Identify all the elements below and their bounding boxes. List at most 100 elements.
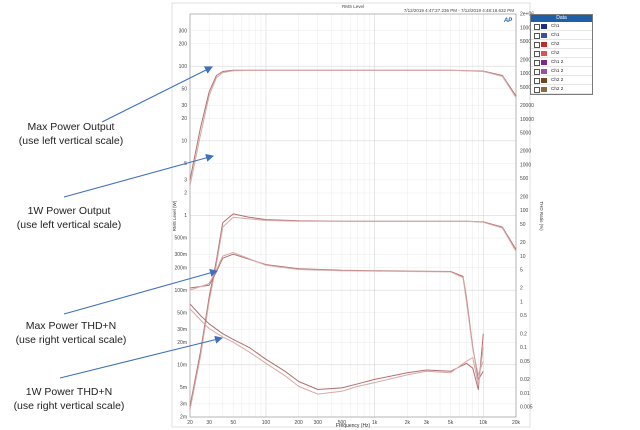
legend-label: Ch1 xyxy=(551,23,560,28)
legend-item[interactable]: Ch1 2 xyxy=(531,67,592,76)
legend-item[interactable]: Ch1 2 xyxy=(531,58,592,67)
legend-label: Ch2 2 xyxy=(551,77,564,82)
figure: 300 200 100 50 30 20 10 5 3 2 1 500m 300m 200m 100m 50m… xyxy=(0,0,640,430)
y2-tick-label: 5 xyxy=(520,268,523,274)
ap-logo: AP xyxy=(503,18,513,24)
y-tick-label: 300 xyxy=(179,28,188,34)
y2-axis-label: THD Ratio (%) xyxy=(539,201,544,231)
annotation-note: (use left vertical scale) xyxy=(16,219,122,231)
annotation-max-power-thdn: Max Power THD+N (use right vertical scal… xyxy=(6,319,136,347)
y-tick-label: 500m xyxy=(174,236,187,242)
chart-timestamp: 7/12/2019 4:47:27.236 PM - 7/12/2019 4:4… xyxy=(404,8,514,13)
x-tick-label: 3k xyxy=(424,420,430,426)
legend-checkbox[interactable] xyxy=(534,42,540,48)
y-tick-label: 10 xyxy=(181,139,187,145)
legend-swatch xyxy=(541,24,547,29)
y2-tick-label: 200 xyxy=(520,194,529,200)
y2-tick-label: 0.005 xyxy=(520,405,533,411)
annotation-title: Max Power THD+N xyxy=(25,320,117,332)
y-tick-label: 50 xyxy=(181,86,187,92)
y-tick-label: 30m xyxy=(177,327,187,333)
x-axis-label: Frequency (Hz) xyxy=(336,423,371,429)
legend-item[interactable]: Ch2 2 xyxy=(531,85,592,94)
annotation-title: 1W Power Output xyxy=(27,205,111,217)
legend-swatch xyxy=(541,42,547,47)
y-tick-label: 20m xyxy=(177,340,187,346)
legend-item[interactable]: Ch1 xyxy=(531,22,592,31)
y-tick-label: 100 xyxy=(179,64,188,70)
y-tick-label: 3 xyxy=(184,178,187,184)
y-tick-label: 2 xyxy=(184,191,187,197)
legend-label: Ch1 2 xyxy=(551,68,564,73)
legend-label: Ch2 xyxy=(551,50,560,55)
annotation-note: (use left vertical scale) xyxy=(18,135,124,147)
y2-tick-label: 50 xyxy=(520,222,526,228)
y2-tick-label: 20000 xyxy=(520,103,534,109)
annotation-1w-power-output: 1W Power Output (use left vertical scale… xyxy=(4,204,134,232)
y-tick-label: 30 xyxy=(181,103,187,109)
legend-item[interactable]: Ch2 xyxy=(531,49,592,58)
y-tick-label: 1 xyxy=(184,213,187,219)
legend-checkbox[interactable] xyxy=(534,78,540,84)
legend-panel: Data Ch1 Ch1 Ch2 Ch2 Ch1 2 Ch1 2 Ch2 2 Ch2 2 xyxy=(530,14,593,95)
chart-title: RMS Level xyxy=(342,4,364,9)
y2-tick-label: 10000 xyxy=(520,117,534,123)
legend-label: Ch1 xyxy=(551,32,560,37)
y2-tick-label: 0.02 xyxy=(520,377,530,383)
legend-item[interactable]: Ch1 xyxy=(531,31,592,40)
x-tick-label: 30 xyxy=(206,420,212,426)
legend-swatch xyxy=(541,78,547,83)
y-tick-label: 10m xyxy=(177,363,187,369)
annotation-title: Max Power Output xyxy=(27,121,115,133)
annotation-note: (use right vertical scale) xyxy=(15,334,127,346)
x-tick-label: 50 xyxy=(230,420,236,426)
y-tick-label: 5m xyxy=(180,385,187,391)
y2-tick-label: 500 xyxy=(520,176,529,182)
y-tick-label: 300m xyxy=(174,252,187,258)
y2-tick-label: 5000 xyxy=(520,131,531,137)
y2-tick-label: 0.5 xyxy=(520,313,527,319)
y2-tick-label: 0.01 xyxy=(520,391,530,397)
legend-swatch xyxy=(541,87,547,92)
legend-list: Ch1 Ch1 Ch2 Ch2 Ch1 2 Ch1 2 Ch2 2 Ch2 2 xyxy=(531,22,592,94)
legend-swatch xyxy=(541,60,547,65)
legend-item[interactable]: Ch2 xyxy=(531,40,592,49)
legend-label: Ch2 2 xyxy=(551,86,564,91)
y2-tick-label: 20 xyxy=(520,240,526,246)
x-tick-label: 2k xyxy=(405,420,411,426)
y2-tick-label: 1000 xyxy=(520,162,531,168)
x-tick-label: 20k xyxy=(512,420,521,426)
y-tick-label: 100m xyxy=(174,288,187,294)
legend-checkbox[interactable] xyxy=(534,33,540,39)
legend-swatch xyxy=(541,51,547,56)
y-tick-label: 20 xyxy=(181,116,187,122)
y-axis-label: RMS Level (W) xyxy=(172,200,177,231)
legend-title: Data xyxy=(531,15,592,22)
y-tick-label: 50m xyxy=(177,310,187,316)
y-tick-label: 3m xyxy=(180,402,187,408)
y2-tick-label: 0.1 xyxy=(520,345,527,351)
legend-checkbox[interactable] xyxy=(534,24,540,30)
x-tick-label: 200 xyxy=(294,420,303,426)
legend-checkbox[interactable] xyxy=(534,69,540,75)
y2-tick-label: 10 xyxy=(520,254,526,260)
y2-tick-label: 2000 xyxy=(520,149,531,155)
x-tick-label: 20 xyxy=(187,420,193,426)
annotation-max-power-output: Max Power Output (use left vertical scal… xyxy=(6,120,136,148)
y2-tick-label: 100 xyxy=(520,208,529,214)
legend-checkbox[interactable] xyxy=(534,87,540,93)
y2-tick-label: 0.05 xyxy=(520,359,530,365)
y-tick-label: 2m xyxy=(180,415,187,421)
legend-swatch xyxy=(541,33,547,38)
annotation-1w-power-thdn: 1W Power THD+N (use right vertical scale… xyxy=(4,385,134,413)
annotation-note: (use right vertical scale) xyxy=(13,400,125,412)
legend-item[interactable]: Ch2 2 xyxy=(531,76,592,85)
legend-checkbox[interactable] xyxy=(534,60,540,66)
x-tick-label: 300 xyxy=(314,420,323,426)
x-tick-label: 1k xyxy=(372,420,378,426)
annotation-title: 1W Power THD+N xyxy=(25,386,113,398)
legend-checkbox[interactable] xyxy=(534,51,540,57)
legend-label: Ch1 2 xyxy=(551,59,564,64)
y2-tick-label: 0.2 xyxy=(520,331,527,337)
x-tick-label: 10k xyxy=(479,420,488,426)
